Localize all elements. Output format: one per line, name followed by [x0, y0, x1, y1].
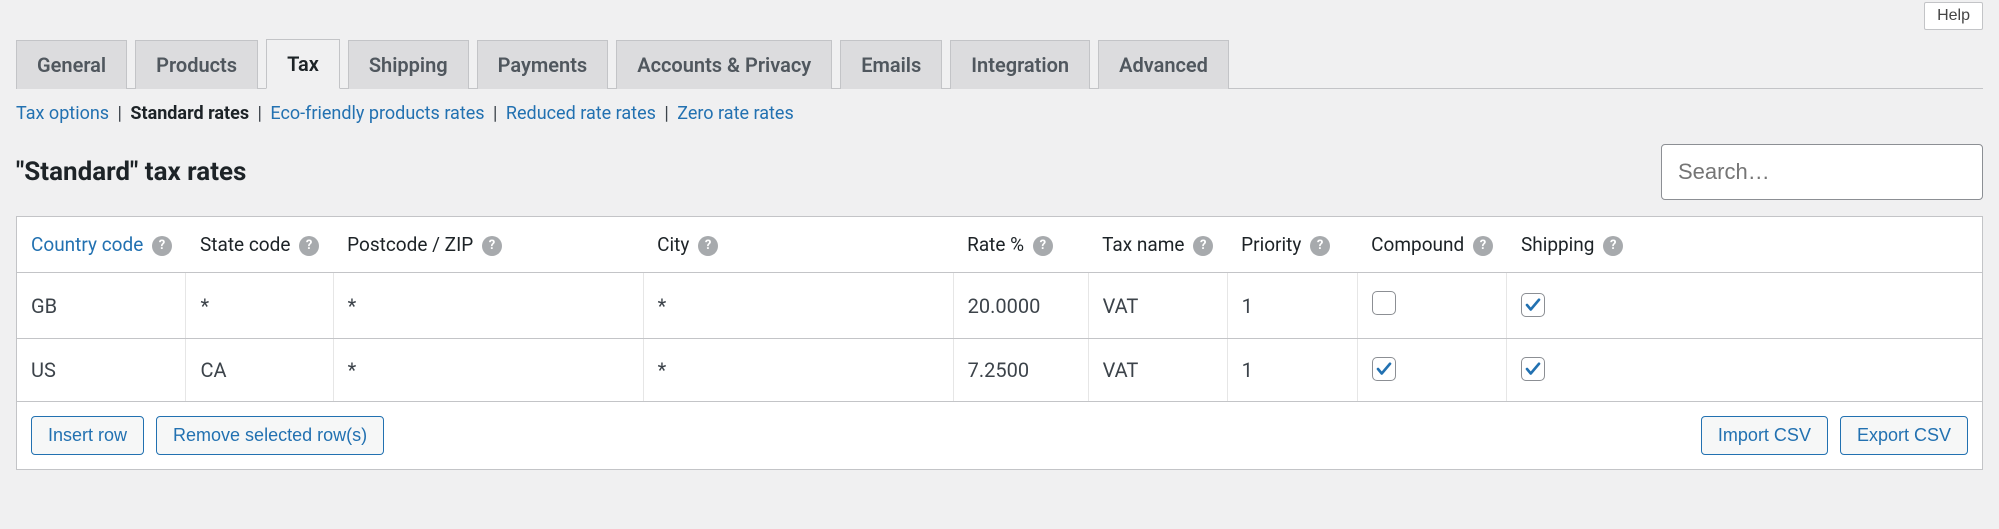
cell-priority[interactable]: 1: [1227, 273, 1357, 339]
help-icon[interactable]: ?: [482, 236, 502, 256]
col-label: Rate %: [967, 233, 1024, 256]
col-label: Tax name: [1102, 233, 1184, 256]
cell-tax_name[interactable]: VAT: [1088, 339, 1227, 402]
col-city[interactable]: City ?: [643, 217, 953, 273]
help-icon[interactable]: ?: [1473, 236, 1493, 256]
cell-city[interactable]: *: [643, 339, 953, 402]
col-priority[interactable]: Priority ?: [1227, 217, 1357, 273]
cell-priority[interactable]: 1: [1227, 339, 1357, 402]
separator: |: [253, 103, 266, 124]
cell-country[interactable]: US: [17, 339, 186, 402]
cell-country[interactable]: GB: [17, 273, 186, 339]
table-row[interactable]: USCA**7.2500VAT1: [17, 339, 1983, 402]
tab-products[interactable]: Products: [135, 40, 258, 89]
cell-postcode[interactable]: *: [333, 339, 643, 402]
help-icon[interactable]: ?: [1603, 236, 1623, 256]
subtab-link[interactable]: Tax options: [16, 103, 109, 124]
subtab-current: Standard rates: [130, 103, 249, 124]
help-icon[interactable]: ?: [299, 236, 319, 256]
settings-tabs: GeneralProductsTaxShippingPaymentsAccoun…: [16, 38, 1983, 89]
col-rate[interactable]: Rate % ?: [953, 217, 1088, 273]
page-title: "Standard" tax rates: [16, 157, 246, 187]
help-icon[interactable]: ?: [152, 236, 172, 256]
tax-rates-table: Country code ? State code ? Postcode / Z…: [16, 216, 1983, 470]
insert-row-button[interactable]: Insert row: [31, 416, 144, 455]
tab-emails[interactable]: Emails: [840, 40, 942, 89]
tab-general[interactable]: General: [16, 40, 127, 89]
col-tax-name[interactable]: Tax name ?: [1088, 217, 1227, 273]
shipping-checkbox[interactable]: [1521, 357, 1545, 381]
cell-tax_name[interactable]: VAT: [1088, 273, 1227, 339]
help-icon[interactable]: ?: [698, 236, 718, 256]
col-state-code[interactable]: State code ?: [186, 217, 333, 273]
tab-tax[interactable]: Tax: [266, 39, 340, 89]
tab-integration[interactable]: Integration: [950, 40, 1090, 89]
compound-checkbox[interactable]: [1372, 291, 1396, 315]
col-label: Postcode / ZIP: [347, 233, 473, 256]
cell-rate[interactable]: 7.2500: [953, 339, 1088, 402]
tax-subtabs: Tax options | Standard rates | Eco-frien…: [16, 89, 1983, 136]
col-shipping[interactable]: Shipping ?: [1507, 217, 1983, 273]
import-csv-button[interactable]: Import CSV: [1701, 416, 1828, 455]
tab-shipping[interactable]: Shipping: [348, 40, 469, 89]
compound-checkbox[interactable]: [1372, 357, 1396, 381]
col-label: City: [657, 233, 689, 256]
tab-accounts-privacy[interactable]: Accounts & Privacy: [616, 40, 832, 89]
help-icon[interactable]: ?: [1033, 236, 1053, 256]
col-compound[interactable]: Compound ?: [1357, 217, 1507, 273]
cell-shipping: [1507, 273, 1983, 339]
table-row[interactable]: GB***20.0000VAT1: [17, 273, 1983, 339]
separator: |: [489, 103, 502, 124]
cell-shipping: [1507, 339, 1983, 402]
separator: |: [660, 103, 673, 124]
col-label: Priority: [1241, 233, 1301, 256]
separator: |: [113, 103, 126, 124]
col-postcode[interactable]: Postcode / ZIP ?: [333, 217, 643, 273]
cell-state[interactable]: CA: [186, 339, 333, 402]
tab-advanced[interactable]: Advanced: [1098, 40, 1229, 89]
col-label: Compound: [1371, 233, 1464, 256]
subtab-link[interactable]: Reduced rate rates: [506, 103, 656, 124]
col-label: Shipping: [1521, 233, 1595, 256]
help-button[interactable]: Help: [1924, 2, 1983, 30]
tab-payments[interactable]: Payments: [477, 40, 609, 89]
subtab-link[interactable]: Eco-friendly products rates: [270, 103, 484, 124]
col-country-code[interactable]: Country code ?: [17, 217, 186, 273]
shipping-checkbox[interactable]: [1521, 293, 1545, 317]
search-input[interactable]: [1661, 144, 1983, 200]
cell-rate[interactable]: 20.0000: [953, 273, 1088, 339]
help-icon[interactable]: ?: [1310, 236, 1330, 256]
cell-compound: [1357, 273, 1507, 339]
cell-city[interactable]: *: [643, 273, 953, 339]
help-icon[interactable]: ?: [1193, 236, 1213, 256]
subtab-link[interactable]: Zero rate rates: [677, 103, 794, 124]
remove-rows-button[interactable]: Remove selected row(s): [156, 416, 384, 455]
cell-compound: [1357, 339, 1507, 402]
cell-postcode[interactable]: *: [333, 273, 643, 339]
col-label: State code: [200, 233, 290, 256]
col-label: Country code: [31, 233, 143, 256]
export-csv-button[interactable]: Export CSV: [1840, 416, 1968, 455]
cell-state[interactable]: *: [186, 273, 333, 339]
